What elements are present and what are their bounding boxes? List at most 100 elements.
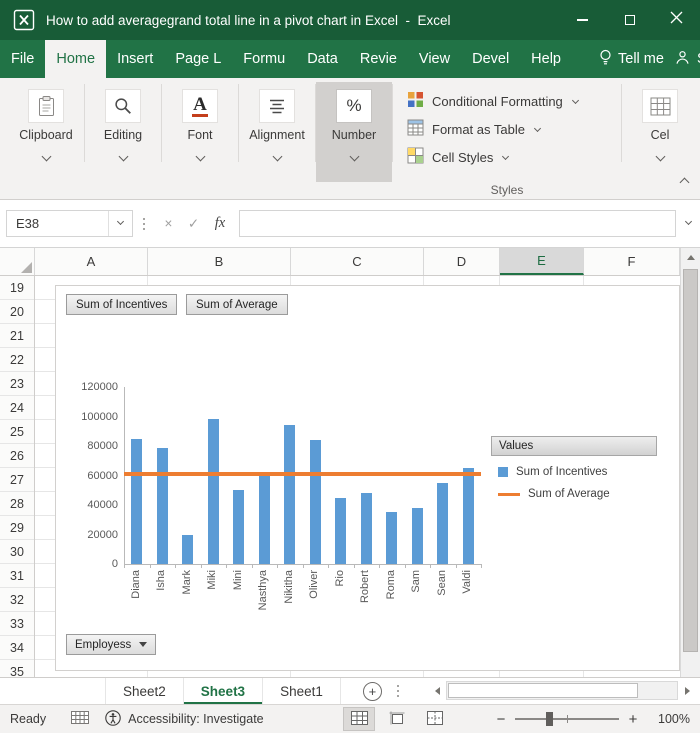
zoom-in-button[interactable]: + — [624, 711, 642, 728]
chart-bar-roma[interactable] — [386, 512, 398, 564]
field-button-sum-of-incentives[interactable]: Sum of Incentives — [66, 294, 178, 315]
format-as-table-button[interactable]: Format as Table — [407, 118, 621, 140]
zoom-slider-thumb[interactable] — [546, 712, 554, 726]
sheet-tab-sheet2[interactable]: Sheet2 — [106, 678, 184, 704]
maximize-button[interactable] — [606, 0, 653, 40]
row-header-26[interactable]: 26 — [0, 444, 34, 468]
name-box[interactable]: E38 — [6, 210, 133, 237]
row-header-24[interactable]: 24 — [0, 396, 34, 420]
column-header-b[interactable]: B — [148, 248, 291, 275]
vertical-scroll-thumb[interactable] — [683, 269, 698, 652]
row-header-23[interactable]: 23 — [0, 372, 34, 396]
column-header-a[interactable]: A — [35, 248, 148, 275]
average-line[interactable] — [124, 472, 481, 476]
chart-bar-miki[interactable] — [207, 419, 219, 564]
select-all-button[interactable] — [0, 248, 35, 275]
row-header-27[interactable]: 27 — [0, 468, 34, 492]
chart-bar-mark[interactable] — [182, 534, 194, 564]
tab-bar-grip-icon[interactable] — [396, 690, 399, 692]
page-layout-view-button[interactable] — [382, 708, 412, 730]
cancel-button[interactable]: × — [156, 216, 181, 231]
menu-tab-formu[interactable]: Formu — [232, 40, 296, 78]
menu-tab-page-l[interactable]: Page L — [164, 40, 232, 78]
ribbon-group-alignment[interactable]: Alignment — [239, 82, 315, 182]
row-header-22[interactable]: 22 — [0, 348, 34, 372]
row-header-35[interactable]: 35 — [0, 660, 34, 678]
row-header-19[interactable]: 19 — [0, 276, 34, 300]
zoom-out-button[interactable]: − — [492, 711, 510, 728]
column-header-d[interactable]: D — [424, 248, 500, 275]
conditional-formatting-button[interactable]: Conditional Formatting — [407, 90, 621, 112]
chart-bar-sean[interactable] — [437, 482, 449, 564]
chart-bar-isha[interactable] — [156, 447, 168, 564]
scroll-right-button[interactable] — [678, 681, 696, 700]
share-button[interactable]: Share — [675, 40, 700, 78]
horizontal-scroll-thumb[interactable] — [448, 683, 638, 698]
normal-view-button[interactable] — [343, 707, 375, 731]
chart-bar-oliver[interactable] — [309, 440, 321, 564]
menu-tab-help[interactable]: Help — [520, 40, 572, 78]
row-header-25[interactable]: 25 — [0, 420, 34, 444]
close-button[interactable] — [653, 0, 700, 40]
chart-bar-mini[interactable] — [233, 490, 245, 565]
formula-input[interactable] — [239, 210, 676, 237]
ribbon-group-editing[interactable]: Editing — [85, 82, 161, 182]
ribbon-group-number[interactable]: % Number — [316, 82, 392, 182]
legend-title[interactable]: Values — [491, 436, 657, 456]
horizontal-scrollbar[interactable] — [428, 681, 696, 700]
vertical-scrollbar[interactable] — [680, 248, 700, 677]
menu-tab-revie[interactable]: Revie — [349, 40, 408, 78]
legend-entry-sum-of-average[interactable]: Sum of Average — [491, 488, 657, 500]
menu-tab-tell-me[interactable]: Tell me — [588, 40, 675, 78]
row-header-30[interactable]: 30 — [0, 540, 34, 564]
menu-tab-view[interactable]: View — [408, 40, 461, 78]
expand-formula-bar-button[interactable] — [676, 217, 700, 226]
macro-record-button[interactable] — [71, 711, 90, 727]
formula-bar-grip-icon[interactable] — [143, 222, 145, 225]
chart-bar-diana[interactable] — [131, 438, 143, 564]
row-header-31[interactable]: 31 — [0, 564, 34, 588]
menu-tab-data[interactable]: Data — [296, 40, 349, 78]
chart-bar-robert[interactable] — [360, 493, 372, 564]
row-header-20[interactable]: 20 — [0, 300, 34, 324]
scroll-up-button[interactable] — [681, 248, 700, 266]
collapse-ribbon-button[interactable] — [679, 173, 690, 191]
minimize-button[interactable] — [559, 0, 606, 40]
field-button-sum-of-average[interactable]: Sum of Average — [186, 294, 288, 315]
row-header-29[interactable]: 29 — [0, 516, 34, 540]
ribbon-group-cells[interactable]: Cel — [622, 82, 698, 182]
row-header-21[interactable]: 21 — [0, 324, 34, 348]
chart-bar-nikitha[interactable] — [284, 425, 296, 564]
menu-tab-home[interactable]: Home — [45, 40, 107, 78]
zoom-slider[interactable] — [515, 712, 619, 726]
accessibility-status[interactable]: Accessibility: Investigate — [105, 709, 264, 729]
sheet-tab-sheet3[interactable]: Sheet3 — [184, 678, 264, 704]
menu-tab-insert[interactable]: Insert — [106, 40, 164, 78]
ribbon-group-clipboard[interactable]: Clipboard — [8, 82, 84, 182]
new-sheet-button[interactable]: + — [362, 681, 382, 701]
row-header-33[interactable]: 33 — [0, 612, 34, 636]
name-box-dropdown[interactable] — [109, 217, 132, 226]
column-header-f[interactable]: F — [584, 248, 680, 275]
enter-button[interactable]: ✓ — [181, 216, 206, 232]
chart-bar-valdi[interactable] — [462, 468, 474, 564]
cell-styles-button[interactable]: Cell Styles — [407, 146, 621, 168]
chart-legend[interactable]: Values Sum of Incentives Sum of Average — [491, 436, 657, 500]
chart-bar-nasthya[interactable] — [258, 475, 270, 564]
row-header-32[interactable]: 32 — [0, 588, 34, 612]
horizontal-scroll-track[interactable] — [446, 681, 678, 700]
row-header-34[interactable]: 34 — [0, 636, 34, 660]
zoom-percentage[interactable]: 100% — [652, 712, 690, 726]
row-header-28[interactable]: 28 — [0, 492, 34, 516]
legend-entry-sum-of-incentives[interactable]: Sum of Incentives — [491, 466, 657, 478]
page-break-view-button[interactable] — [420, 708, 450, 730]
column-header-e[interactable]: E — [500, 248, 584, 275]
column-header-c[interactable]: C — [291, 248, 424, 275]
pivot-chart[interactable]: Sum of Incentives Sum of Average Values … — [55, 285, 680, 671]
menu-tab-file[interactable]: File — [0, 40, 45, 78]
ribbon-group-font[interactable]: A Font — [162, 82, 238, 182]
axis-field-button[interactable]: Employess — [66, 634, 157, 655]
chart-bar-sam[interactable] — [411, 507, 423, 564]
scroll-left-button[interactable] — [428, 681, 446, 700]
chart-bar-rio[interactable] — [335, 497, 347, 564]
